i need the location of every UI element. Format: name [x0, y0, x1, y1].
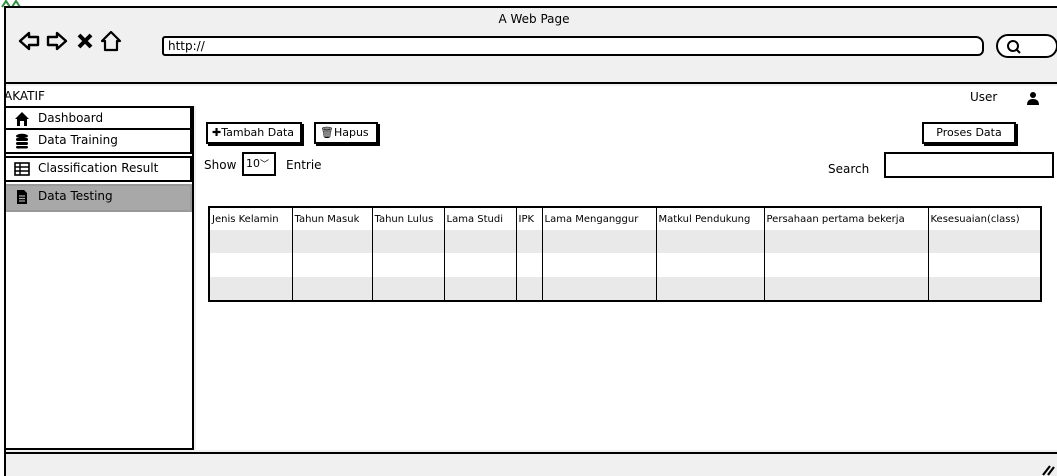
search-label: Search — [828, 162, 870, 176]
table-header-row: Jenis Kelamin Tahun Masuk Tahun Lulus La… — [210, 208, 1040, 230]
add-data-button[interactable]: ✚Tambah Data — [206, 122, 302, 144]
user-icon[interactable] — [1026, 91, 1040, 105]
table-row[interactable] — [210, 253, 1040, 277]
sidebar-item-data-testing[interactable]: Data Testing — [6, 184, 192, 212]
delete-button[interactable]: 🗑Hapus — [314, 122, 378, 144]
home-icon — [15, 112, 29, 126]
page-size-select[interactable]: 10﹀ — [242, 152, 276, 176]
column-header[interactable]: IPK — [516, 208, 543, 230]
sidebar-item-label: Dashboard — [38, 111, 104, 125]
home-icon[interactable] — [100, 30, 122, 52]
main-content: ✚Tambah Data 🗑Hapus Proses Data Show 10﹀… — [196, 106, 1057, 450]
sidebar: Dashboard Data Training Classification R… — [6, 106, 194, 450]
table-icon — [14, 162, 30, 176]
file-icon — [17, 190, 27, 204]
sidebar-item-label: Classification Result — [38, 161, 159, 175]
column-header[interactable]: Tahun Masuk — [292, 208, 373, 230]
sidebar-item-label: Data Testing — [38, 189, 113, 203]
url-field[interactable]: http:// — [162, 36, 984, 56]
window-title: A Web Page — [498, 12, 570, 26]
table-row[interactable] — [210, 230, 1040, 254]
column-header[interactable]: Kesesuaian(class) — [928, 208, 1040, 230]
show-label: Show — [204, 158, 237, 172]
database-icon — [16, 133, 28, 149]
user-label[interactable]: User — [970, 90, 997, 104]
sidebar-item-data-training[interactable]: Data Training — [6, 128, 192, 154]
entries-label: Entrie — [286, 158, 322, 172]
column-header[interactable]: Lama Studi — [444, 208, 517, 230]
plus-icon: ✚ — [212, 126, 222, 139]
browser-search-button[interactable] — [996, 34, 1057, 58]
forward-arrow-icon[interactable] — [46, 30, 68, 52]
data-table: Jenis Kelamin Tahun Masuk Tahun Lulus La… — [208, 206, 1042, 302]
close-icon[interactable] — [74, 30, 96, 52]
app-header: AKATIF User — [4, 86, 1057, 106]
column-header[interactable]: Matkul Pendukung — [656, 208, 765, 230]
process-data-button[interactable]: Proses Data — [922, 122, 1016, 144]
resize-grip-icon[interactable] — [1041, 464, 1055, 476]
browser-titlebar: A Web Page http:// — [6, 8, 1057, 84]
search-icon — [1007, 40, 1021, 54]
column-header[interactable]: Tahun Lulus — [372, 208, 445, 230]
column-header[interactable]: Lama Menganggur — [542, 208, 657, 230]
table-row[interactable] — [210, 276, 1040, 300]
trash-icon: 🗑 — [320, 126, 334, 139]
search-input[interactable] — [884, 152, 1054, 178]
chevron-down-icon: ﹀ — [260, 160, 270, 170]
sidebar-item-classification-result[interactable]: Classification Result — [6, 156, 192, 182]
sidebar-item-label: Data Training — [38, 133, 118, 147]
app-title: AKATIF — [4, 89, 45, 103]
column-header[interactable]: Jenis Kelamin — [210, 208, 293, 230]
browser-window: A Web Page http:// AKATIF User Dashboard… — [4, 6, 1057, 476]
status-bar — [6, 452, 1057, 476]
column-header[interactable]: Persahaan pertama bekerja — [764, 208, 929, 230]
back-arrow-icon[interactable] — [18, 30, 40, 52]
